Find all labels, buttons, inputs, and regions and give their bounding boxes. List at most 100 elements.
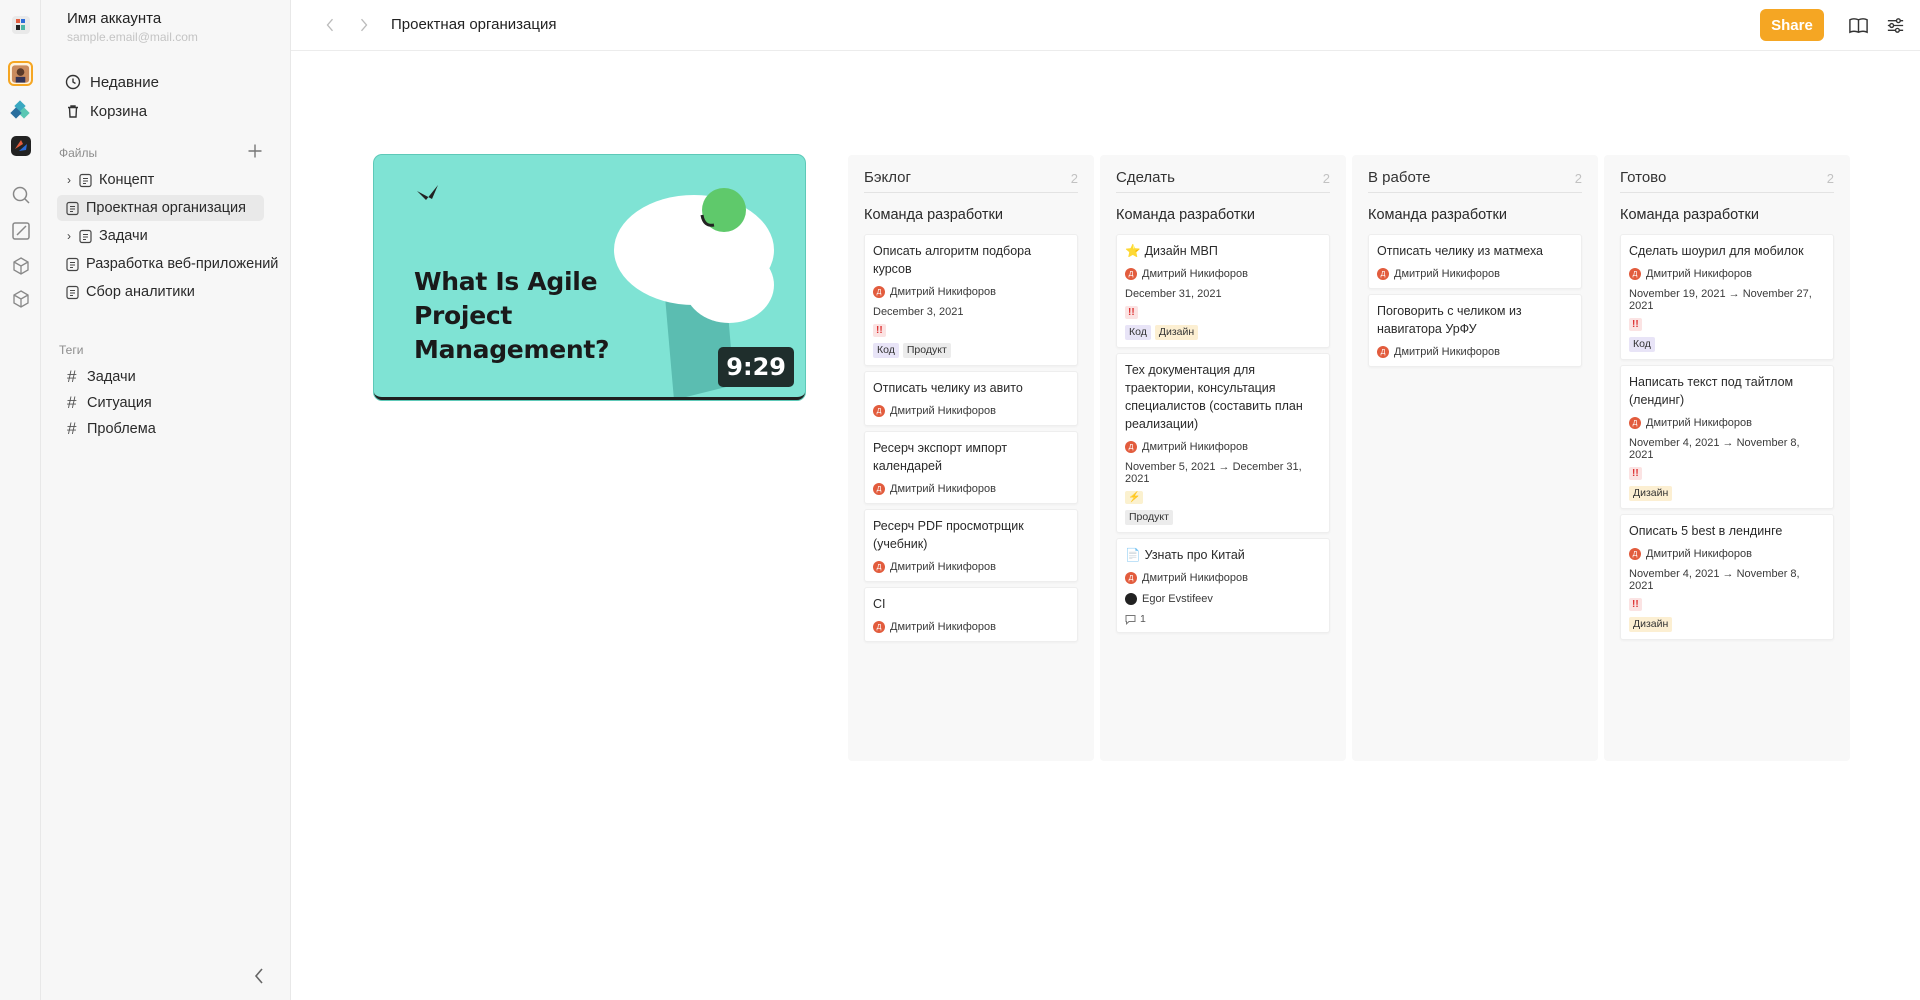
board-card[interactable]: Отписать челику из матмеха Д Дмитрий Никиф… [1368, 234, 1582, 289]
card-title-text: CI [873, 597, 886, 611]
board-card[interactable]: Тех документация для траектории, консуль… [1116, 353, 1330, 533]
avatar: Д [1125, 268, 1137, 280]
column-count: 2 [1322, 171, 1330, 186]
card-title: Отписать челику из авито [873, 379, 1069, 397]
document-icon [65, 201, 80, 216]
chevron-right-icon[interactable]: › [63, 229, 75, 243]
card-icon: 📄 [1125, 548, 1141, 562]
account-info[interactable]: Имя аккаунта sample.email@mail.com [67, 10, 198, 44]
settings-sliders-icon[interactable] [1884, 14, 1906, 36]
priority-badge: ⚡ [1125, 491, 1144, 504]
card-title: ⭐ Дизайн МВП [1125, 242, 1321, 260]
back-button[interactable] [320, 15, 340, 35]
nav-trash[interactable]: Корзина [65, 99, 147, 123]
card-tags: Код Дизайн [1125, 325, 1321, 340]
add-file-button[interactable] [244, 140, 266, 162]
comment-count: 1 [1140, 613, 1146, 625]
card-title: 📄 Узнать про Китай [1125, 546, 1321, 564]
chevron-left-icon [326, 18, 334, 32]
priority-badge: !! [1629, 598, 1642, 611]
card-title: Сделать шоурил для мобилок [1629, 242, 1825, 260]
board-card[interactable]: Описать 5 best в лендинге Д Дмитрий Никифо… [1620, 514, 1834, 640]
avatar: Д [1629, 417, 1641, 429]
assignee-name: Дмитрий Никифоров [890, 483, 996, 495]
search-icon[interactable] [8, 182, 33, 207]
workspace-icon-2[interactable] [8, 98, 33, 123]
app-logo[interactable] [8, 12, 33, 37]
card-assignee: Д Дмитрий Никифоров [1125, 571, 1321, 585]
column-title[interactable]: Сделать [1116, 169, 1175, 192]
board-card[interactable]: Отписать челику из авито Д Дмитрий Никифор… [864, 371, 1078, 426]
nav-recent[interactable]: Недавние [65, 70, 159, 94]
board-card[interactable]: 📄 Узнать про Китай Д Дмитрий Никифоров Egor … [1116, 538, 1330, 633]
board-card[interactable]: Сделать шоурил для мобилок Д Дмитрий Никиф… [1620, 234, 1834, 360]
edit-icon[interactable] [8, 218, 33, 243]
workspace-avatar[interactable] [8, 61, 33, 86]
cube-icon[interactable] [8, 253, 33, 278]
nav-trash-label: Корзина [90, 102, 148, 120]
file-item-tasks[interactable]: › Задачи [57, 223, 267, 249]
card-title-text: Сделать шоурил для мобилок [1629, 244, 1804, 258]
workspace-icon-3[interactable] [8, 133, 33, 158]
column-title[interactable]: В работе [1368, 169, 1431, 192]
card-title: Ресерч экспорт импорт календарей [873, 439, 1069, 475]
card-title: Поговорить с челиком из навигатора УрФУ [1377, 302, 1573, 338]
tag-item-situation[interactable]: # Ситуация [67, 392, 152, 414]
column-title[interactable]: Бэклог [864, 169, 911, 192]
card-title-text: Поговорить с челиком из навигатора УрФУ [1377, 304, 1522, 336]
tag-item-problem[interactable]: # Проблема [67, 418, 156, 440]
board-card[interactable]: Поговорить с челиком из навигатора УрФУ Д… [1368, 294, 1582, 367]
file-item-label: Задачи [99, 228, 148, 244]
card-title-text: Описать 5 best в лендинге [1629, 524, 1783, 538]
board-card[interactable]: Описать алгоритм подбора курсов Д Дмитрий … [864, 234, 1078, 366]
forward-button[interactable] [354, 15, 374, 35]
box-icon[interactable] [8, 286, 33, 311]
board-card[interactable]: CI Д Дмитрий Никифоров [864, 587, 1078, 642]
avatar: Д [873, 286, 885, 298]
document-icon [78, 173, 93, 188]
board-card[interactable]: Ресерч экспорт импорт календарей Д Дмитрий… [864, 431, 1078, 504]
avatar: Д [873, 405, 885, 417]
card-comments[interactable]: 1 [1125, 613, 1321, 625]
hash-icon: # [67, 393, 77, 412]
column-header: Сделать 2 [1116, 169, 1330, 193]
tag-item-tasks[interactable]: # Задачи [67, 366, 136, 388]
avatar: Д [873, 483, 885, 495]
assignee-name: Дмитрий Никифоров [890, 561, 996, 573]
card-title: Описать 5 best в лендинге [1629, 522, 1825, 540]
file-item-label: Разработка веб-приложений [86, 256, 279, 272]
board-card[interactable]: Ресерч PDF просмотрщик (учебник) Д Дмитрий… [864, 509, 1078, 582]
comment-icon [1125, 614, 1136, 625]
account-name: Имя аккаунта [67, 10, 162, 27]
file-item-analytics[interactable]: Сбор аналитики [57, 279, 267, 305]
card-title: CI [873, 595, 1069, 613]
chevron-right-icon[interactable]: › [63, 173, 75, 187]
board-column: Готово 2 Команда разработки Сделать шоур… [1604, 155, 1850, 761]
book-icon[interactable] [1847, 14, 1869, 36]
card-title-text: Написать текст под тайтлом (лендинг) [1629, 375, 1794, 407]
card-icon: ⭐ [1125, 244, 1141, 258]
file-item-project-org[interactable]: Проектная организация [57, 195, 264, 221]
video-embed[interactable]: What Is Agile Project Management? 9:29 [374, 155, 805, 400]
card-tags: Код Продукт [873, 343, 1069, 358]
card-assignee: Д Дмитрий Никифоров [1377, 267, 1573, 281]
card-tags: Дизайн [1629, 617, 1825, 632]
card-assignee: Д Дмитрий Никифоров [873, 404, 1069, 418]
document-icon [78, 229, 93, 244]
file-item-label: Концепт [99, 172, 155, 188]
hash-icon: # [67, 367, 77, 386]
column-title[interactable]: Готово [1620, 169, 1666, 192]
board-card[interactable]: ⭐ Дизайн МВП Д Дмитрий Никифоров December 31… [1116, 234, 1330, 348]
card-title: Описать алгоритм подбора курсов [873, 242, 1069, 278]
board-card[interactable]: Написать текст под тайтлом (лендинг) Д Дми… [1620, 365, 1834, 509]
card-title-text: Ресерч PDF просмотрщик (учебник) [873, 519, 1024, 551]
file-item-concept[interactable]: › Концепт [57, 167, 267, 193]
priority-badge: !! [1629, 318, 1642, 331]
share-button[interactable]: Share [1760, 9, 1824, 41]
assignee-name: Дмитрий Никифоров [1394, 346, 1500, 358]
collapse-sidebar-button[interactable] [249, 965, 269, 987]
card-title-text: Дизайн МВП [1144, 244, 1218, 258]
file-item-web-dev[interactable]: Разработка веб-приложений [57, 251, 278, 277]
card-tags: Код [1629, 337, 1825, 352]
priority-badge: !! [1125, 306, 1138, 319]
